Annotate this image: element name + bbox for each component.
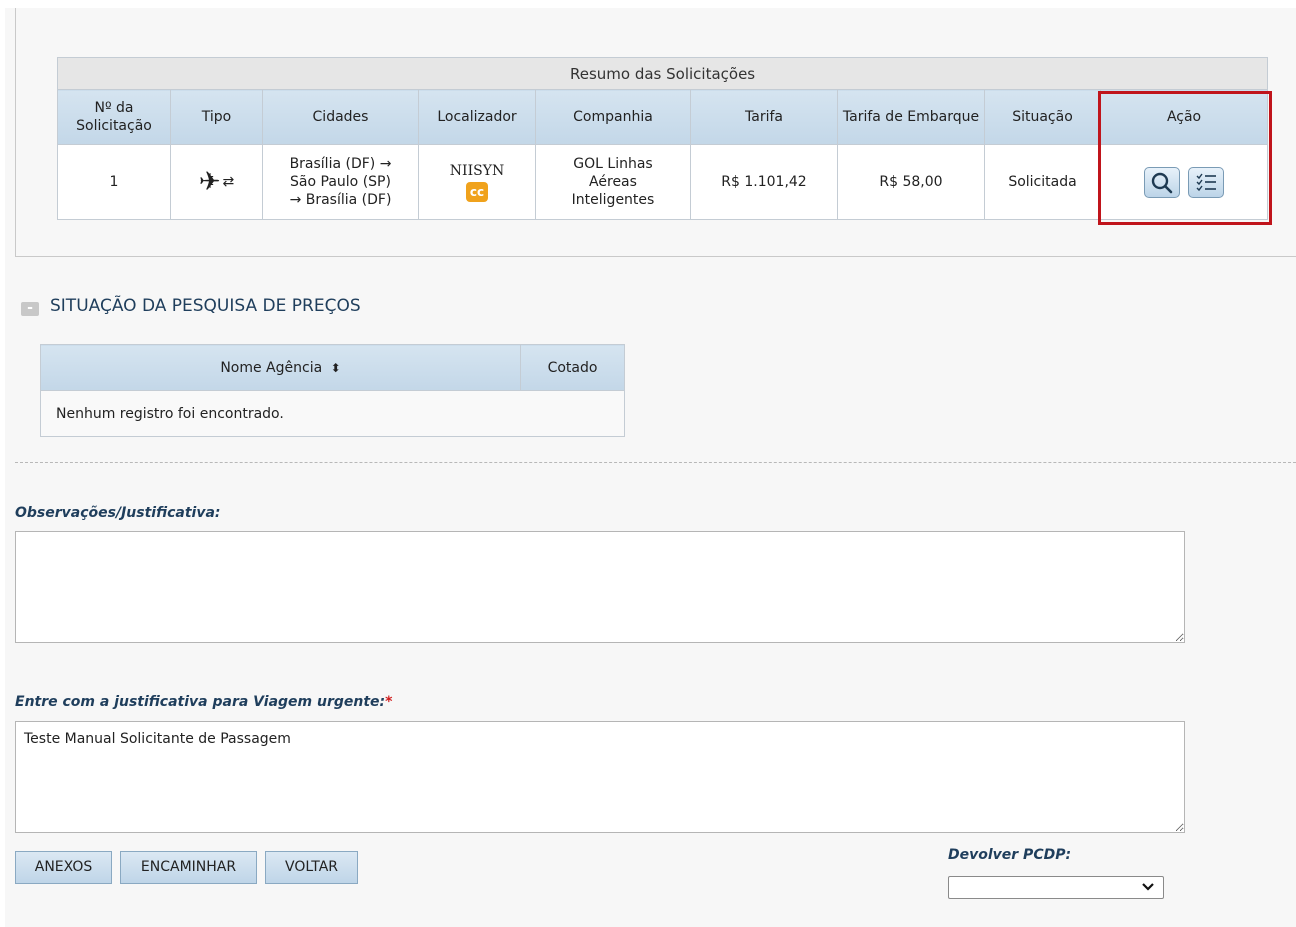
col-header-companhia: Companhia — [535, 89, 691, 145]
cell-situacao: Solicitada — [984, 144, 1101, 220]
anexos-button[interactable]: ANEXOS — [15, 851, 112, 884]
col-header-acao: Ação — [1099, 89, 1269, 145]
col-header-localizador: Localizador — [418, 89, 536, 145]
header-label: Nome Agência — [220, 359, 323, 376]
cell-localizador: NIISYN cc — [418, 144, 536, 220]
round-trip-arrows-icon: ⇄ — [222, 174, 235, 190]
summary-table: Resumo das Solicitações Nº da Solicitaçã… — [56, 57, 1269, 220]
urgente-label-text: Entre com a justificativa para Viagem ur… — [15, 694, 386, 710]
localizador-code: NIISYN — [449, 163, 505, 179]
chevron-down-icon — [1142, 883, 1154, 891]
urgente-label: Entre com a justificativa para Viagem ur… — [15, 694, 392, 710]
companhia-line: Inteligentes — [571, 192, 655, 208]
agencias-table: Nome Agência ⬍ Cotado Nenhum registro fo… — [40, 344, 625, 437]
cell-acao — [1099, 144, 1269, 220]
checklist-button[interactable] — [1188, 166, 1225, 198]
cidade-line: São Paulo (SP) — [290, 174, 391, 190]
companhia-line: GOL Linhas — [573, 156, 653, 172]
obs-textarea[interactable] — [15, 531, 1185, 643]
cell-companhia: GOL Linhas Aéreas Inteligentes — [535, 144, 691, 220]
search-icon — [1151, 172, 1173, 193]
encaminhar-button[interactable]: ENCAMINHAR — [120, 851, 257, 884]
cell-tarifa: R$ 1.101,42 — [690, 144, 838, 220]
section-divider — [15, 462, 1296, 463]
cell-tipo: ✈ ⇄ — [170, 144, 263, 220]
required-marker: * — [385, 694, 393, 710]
col-header-situacao: Situação — [984, 89, 1101, 145]
empty-message: Nenhum registro foi encontrado. — [40, 390, 625, 437]
cidade-line: Brasília (DF) → — [289, 156, 392, 172]
col-header-numero: Nº da Solicitação — [57, 89, 171, 145]
voltar-button[interactable]: VOLTAR — [265, 851, 358, 884]
companhia-line: Aéreas — [589, 174, 637, 190]
view-details-button[interactable] — [1143, 166, 1180, 198]
airplane-icon: ✈ — [198, 167, 221, 197]
cell-tarifa-embarque: R$ 58,00 — [837, 144, 985, 220]
urgente-textarea[interactable] — [15, 721, 1185, 833]
col-header-cotado: Cotado — [520, 344, 625, 391]
col-header-tarifa-embarque: Tarifa de Embarque — [837, 89, 985, 145]
credit-card-badge: cc — [466, 182, 488, 202]
table-row: 1 ✈ ⇄ Brasília (DF) → São Paulo (SP) → Br… — [57, 144, 1269, 220]
summary-caption: Resumo das Solicitações — [56, 57, 1269, 90]
col-header-nome-agencia[interactable]: Nome Agência ⬍ — [40, 344, 521, 391]
col-header-tarifa: Tarifa — [690, 89, 838, 145]
sort-icon: ⬍ — [330, 360, 341, 375]
collapse-toggle-button[interactable]: - — [21, 301, 39, 316]
checklist-icon — [1196, 173, 1217, 191]
cell-numero: 1 — [57, 144, 171, 220]
obs-label: Observações/Justificativa: — [15, 505, 221, 521]
devolver-select[interactable] — [948, 876, 1164, 899]
col-header-cidades: Cidades — [262, 89, 419, 145]
col-header-tipo: Tipo — [170, 89, 263, 145]
section-title: SITUAÇÃO DA PESQUISA DE PREÇOS — [50, 296, 361, 316]
devolver-label: Devolver PCDP: — [948, 847, 1072, 863]
cidade-line: → Brasília (DF) — [289, 192, 392, 208]
cell-cidades: Brasília (DF) → São Paulo (SP) → Brasíli… — [262, 144, 419, 220]
